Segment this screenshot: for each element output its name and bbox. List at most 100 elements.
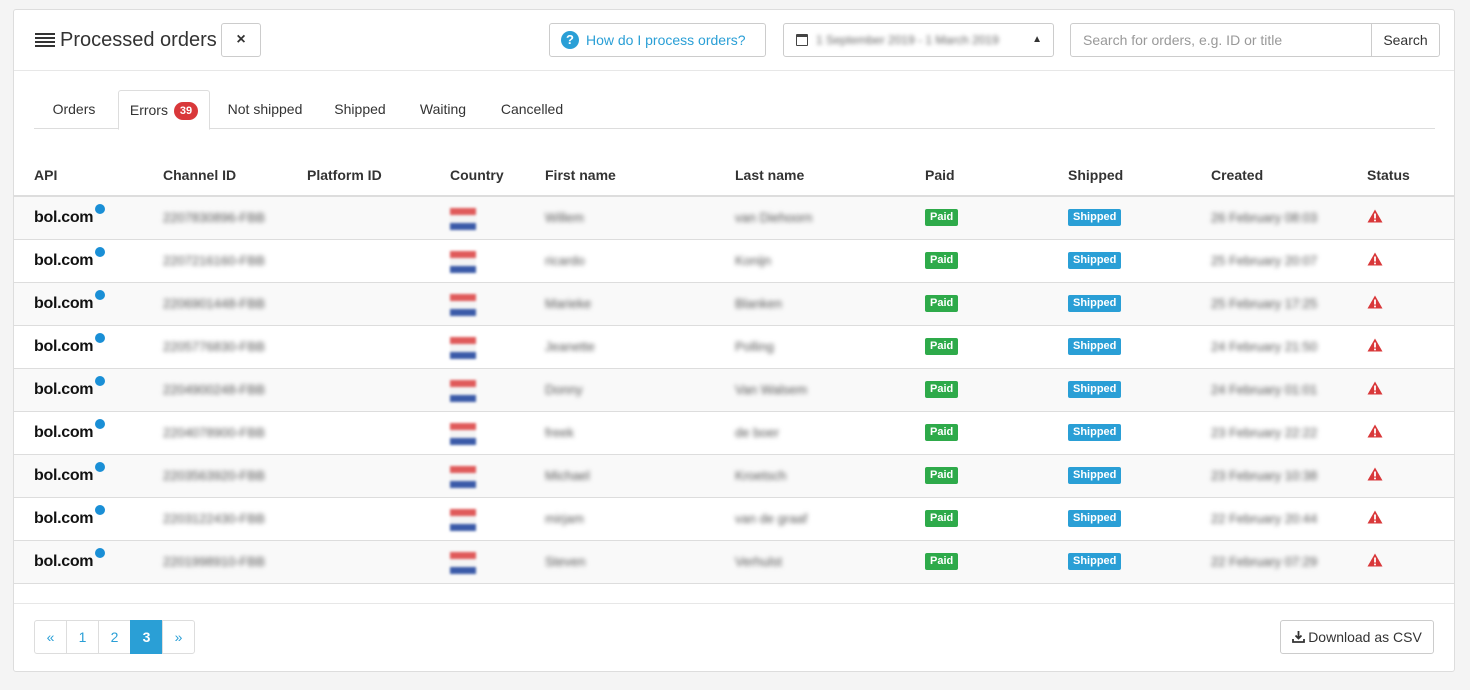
bol-com-logo: bol.com <box>34 462 106 485</box>
column-header-platform-id[interactable]: Platform ID <box>307 167 382 183</box>
table-row[interactable]: bol.com 2204900248-FBB Donny Van Walsem Paid… <box>14 369 1454 412</box>
pagination-prev[interactable]: « <box>34 620 67 654</box>
download-csv-label: Download as CSV <box>1308 629 1422 645</box>
bol-com-logo: bol.com <box>34 505 106 528</box>
shipped-badge: Shipped <box>1068 424 1122 441</box>
warning-icon[interactable] <box>1367 338 1383 352</box>
last-name-cell: van Diehoorn <box>735 210 813 225</box>
warning-icon[interactable] <box>1367 553 1383 567</box>
column-header-country[interactable]: Country <box>450 167 504 183</box>
pagination-next[interactable]: » <box>162 620 195 654</box>
pagination-page-2[interactable]: 2 <box>98 620 131 654</box>
created-cell: 22 February 20:44 <box>1211 511 1318 526</box>
netherlands-flag-icon <box>450 251 476 273</box>
table-row[interactable]: bol.com 2203122430-FBB mirjam van de graaf P… <box>14 498 1454 541</box>
column-header-channel-id[interactable]: Channel ID <box>163 167 236 183</box>
tab-orders[interactable]: Orders <box>34 90 114 129</box>
tab-errors[interactable]: Errors 39 <box>118 90 210 130</box>
paid-badge: Paid <box>925 338 959 355</box>
column-header-last-name[interactable]: Last name <box>735 167 804 183</box>
column-header-status[interactable]: Status <box>1367 167 1410 183</box>
first-name-cell: Michael <box>545 468 590 483</box>
help-button-label: How do I process orders? <box>586 32 746 48</box>
last-name-cell: van de graaf <box>735 511 808 526</box>
netherlands-flag-icon <box>450 552 476 574</box>
last-name-cell: Van Walsem <box>735 382 808 397</box>
created-cell: 24 February 21:50 <box>1211 339 1318 354</box>
shipped-badge: Shipped <box>1068 252 1122 269</box>
created-cell: 25 February 17:25 <box>1211 296 1318 311</box>
first-name-cell: freek <box>545 425 574 440</box>
shipped-badge: Shipped <box>1068 338 1122 355</box>
paid-badge: Paid <box>925 252 959 269</box>
first-name-cell: Donny <box>545 382 583 397</box>
tab-shipped[interactable]: Shipped <box>324 90 396 129</box>
tab-cancelled[interactable]: Cancelled <box>490 90 574 129</box>
netherlands-flag-icon <box>450 466 476 488</box>
column-header-api[interactable]: API <box>34 167 57 183</box>
channel-id-cell: 2207216160-FBB <box>163 253 265 268</box>
pagination-page-3[interactable]: 3 <box>130 620 163 654</box>
warning-icon[interactable] <box>1367 467 1383 481</box>
last-name-cell: Blanken <box>735 296 782 311</box>
close-button[interactable]: × <box>221 23 261 57</box>
created-cell: 23 February 10:38 <box>1211 468 1318 483</box>
pagination-page-1[interactable]: 1 <box>66 620 99 654</box>
channel-id-cell: 2201998910-FBB <box>163 554 265 569</box>
first-name-cell: ricardo <box>545 253 585 268</box>
column-header-shipped[interactable]: Shipped <box>1068 167 1123 183</box>
column-header-paid[interactable]: Paid <box>925 167 955 183</box>
warning-icon[interactable] <box>1367 295 1383 309</box>
shipped-badge: Shipped <box>1068 467 1122 484</box>
bol-com-logo: bol.com <box>34 204 106 227</box>
bol-com-logo: bol.com <box>34 376 106 399</box>
channel-id-cell: 2204078900-FBB <box>163 425 265 440</box>
tab-label: Orders <box>52 101 96 117</box>
last-name-cell: Polling <box>735 339 775 354</box>
search-button[interactable]: Search <box>1371 23 1440 57</box>
download-icon <box>1292 631 1306 643</box>
tab-waiting[interactable]: Waiting <box>408 90 478 129</box>
column-header-created[interactable]: Created <box>1211 167 1263 183</box>
warning-icon[interactable] <box>1367 381 1383 395</box>
table-row[interactable]: bol.com 2207216160-FBB ricardo Konijn Paid Sh… <box>14 240 1454 283</box>
warning-icon[interactable] <box>1367 424 1383 438</box>
table-body: bol.com 2207830896-FBB Willem van Diehoorn P… <box>14 197 1454 584</box>
table-row[interactable]: bol.com 2205776830-FBB Jeanette Polling Paid… <box>14 326 1454 369</box>
bol-com-logo: bol.com <box>34 548 106 571</box>
table-header: API Channel ID Platform ID Country First… <box>14 155 1454 197</box>
first-name-cell: mirjam <box>545 511 584 526</box>
pagination: « 1 2 3 » <box>34 620 195 654</box>
warning-icon[interactable] <box>1367 510 1383 524</box>
channel-id-cell: 2206901448-FBB <box>163 296 265 311</box>
paid-badge: Paid <box>925 424 959 441</box>
processed-orders-panel: Processed orders × ? How do I process or… <box>13 9 1455 672</box>
table-row[interactable]: bol.com 2207830896-FBB Willem van Diehoorn P… <box>14 197 1454 240</box>
warning-icon[interactable] <box>1367 252 1383 266</box>
column-header-first-name[interactable]: First name <box>545 167 616 183</box>
created-cell: 23 February 22:22 <box>1211 425 1318 440</box>
bol-com-logo: bol.com <box>34 290 106 313</box>
question-icon: ? <box>561 31 579 49</box>
menu-icon[interactable] <box>35 33 55 47</box>
netherlands-flag-icon <box>450 294 476 316</box>
channel-id-cell: 2207830896-FBB <box>163 210 265 225</box>
sort-icon: ▲ <box>1032 34 1042 45</box>
table-row[interactable]: bol.com 2206901448-FBB Marieke Blanken Paid S… <box>14 283 1454 326</box>
warning-icon[interactable] <box>1367 209 1383 223</box>
tab-not-shipped[interactable]: Not shipped <box>214 90 316 129</box>
paid-badge: Paid <box>925 553 959 570</box>
calendar-icon <box>796 34 808 46</box>
table-row[interactable]: bol.com 2204078900-FBB freek de boer Paid Shi… <box>14 412 1454 455</box>
search-input[interactable] <box>1070 23 1372 57</box>
netherlands-flag-icon <box>450 509 476 531</box>
date-range-picker[interactable]: 1 September 2019 - 1 March 2019 ▲ <box>783 23 1054 57</box>
paid-badge: Paid <box>925 209 959 226</box>
last-name-cell: Kroetsch <box>735 468 787 483</box>
help-button[interactable]: ? How do I process orders? <box>549 23 766 57</box>
download-csv-button[interactable]: Download as CSV <box>1280 620 1434 654</box>
channel-id-cell: 2205776830-FBB <box>163 339 265 354</box>
table-row[interactable]: bol.com 2203563920-FBB Michael Kroetsch Paid… <box>14 455 1454 498</box>
table-row[interactable]: bol.com 2201998910-FBB Steven Verhulst Paid S… <box>14 541 1454 584</box>
shipped-badge: Shipped <box>1068 209 1122 226</box>
